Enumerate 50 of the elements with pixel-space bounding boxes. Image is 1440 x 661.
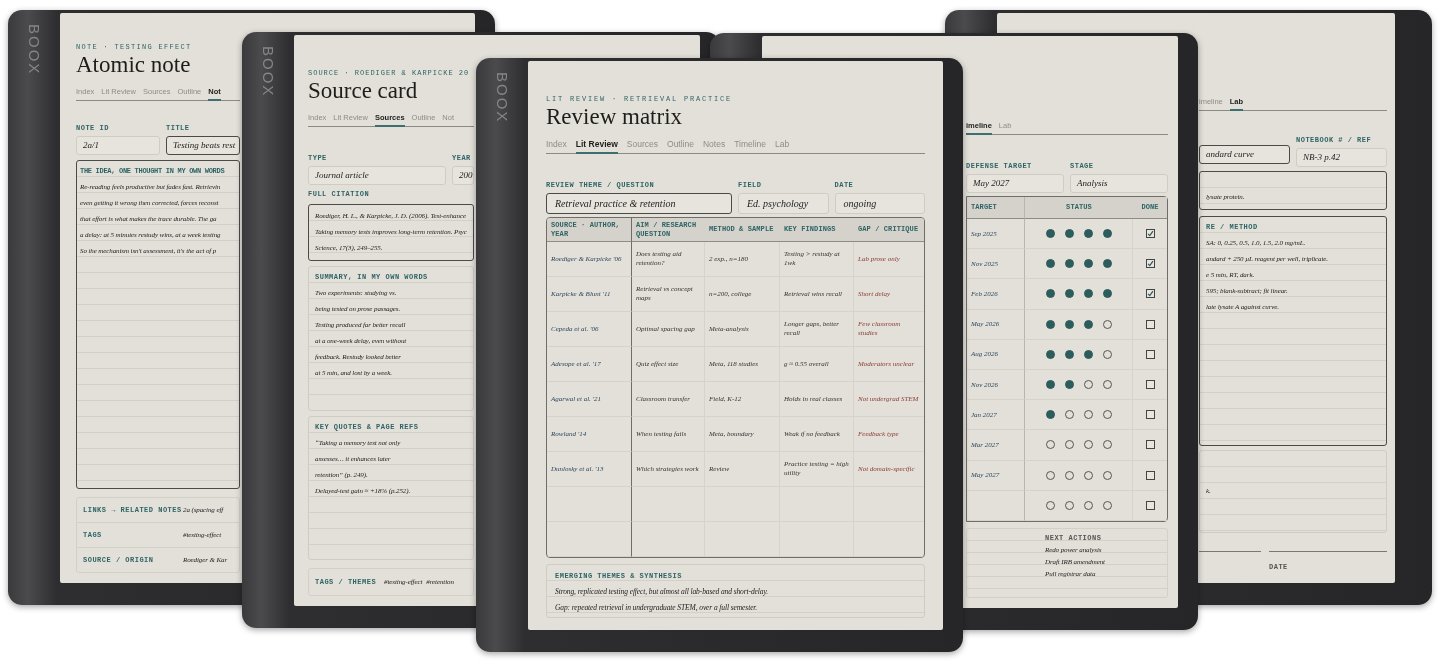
empty-cell	[967, 490, 1025, 521]
brand-logo: BOOX	[259, 46, 277, 98]
text-field[interactable]: Ed. psychology	[738, 193, 829, 214]
status-dot	[1083, 259, 1093, 269]
text-field[interactable]: Testing beats rest	[166, 136, 240, 155]
text-field[interactable]: andard curve	[1199, 145, 1290, 164]
status-dot	[1083, 289, 1093, 299]
status-dot	[1064, 349, 1074, 359]
status-dot	[1064, 289, 1074, 299]
status-dot	[1102, 229, 1112, 239]
status-dot	[1045, 229, 1055, 239]
checkbox[interactable]	[1145, 470, 1155, 480]
status-dot	[1045, 349, 1055, 359]
page-title: Atomic note	[76, 52, 192, 78]
text-field[interactable]: ongoing	[834, 193, 925, 214]
text-field[interactable]: Journal article	[308, 166, 446, 185]
brand-logo: BOOX	[493, 72, 511, 124]
text-field[interactable]: NB-3 p.42	[1296, 148, 1387, 167]
checkbox[interactable]	[1145, 410, 1155, 420]
status-dot	[1045, 410, 1055, 420]
checkbox[interactable]	[1145, 440, 1155, 450]
checkbox[interactable]	[1145, 259, 1155, 269]
page-title: Source card	[308, 78, 419, 104]
text-field[interactable]: Analysis	[1070, 174, 1168, 193]
text-field[interactable]: Retrieval practice & retention	[546, 193, 732, 214]
checkbox[interactable]	[1145, 349, 1155, 359]
status-dot	[1083, 349, 1093, 359]
status-dot	[1045, 259, 1055, 269]
brand-logo: BOOX	[25, 24, 43, 76]
checkbox[interactable]	[1145, 500, 1155, 510]
status-dot	[1102, 289, 1112, 299]
text-field[interactable]: May 2027	[966, 174, 1064, 193]
page-title: Review matrix	[546, 104, 684, 130]
status-dot	[1064, 319, 1074, 329]
text-field[interactable]: 2a/1	[76, 136, 160, 155]
status-dot	[1064, 229, 1074, 239]
status-dot	[1064, 380, 1074, 390]
status-dot	[1045, 380, 1055, 390]
status-dot	[1083, 229, 1093, 239]
checkbox[interactable]	[1145, 229, 1155, 239]
status-dot	[1083, 319, 1093, 329]
status-dot	[1045, 319, 1055, 329]
text-field[interactable]: 200	[452, 166, 474, 185]
status-dot	[1045, 289, 1055, 299]
checkbox[interactable]	[1145, 380, 1155, 390]
status-dot	[1102, 259, 1112, 269]
nav-tab[interactable]: Lit Review	[575, 137, 618, 154]
checkbox[interactable]	[1145, 289, 1155, 299]
checkbox[interactable]	[1145, 319, 1155, 329]
status-dot	[1064, 259, 1074, 269]
